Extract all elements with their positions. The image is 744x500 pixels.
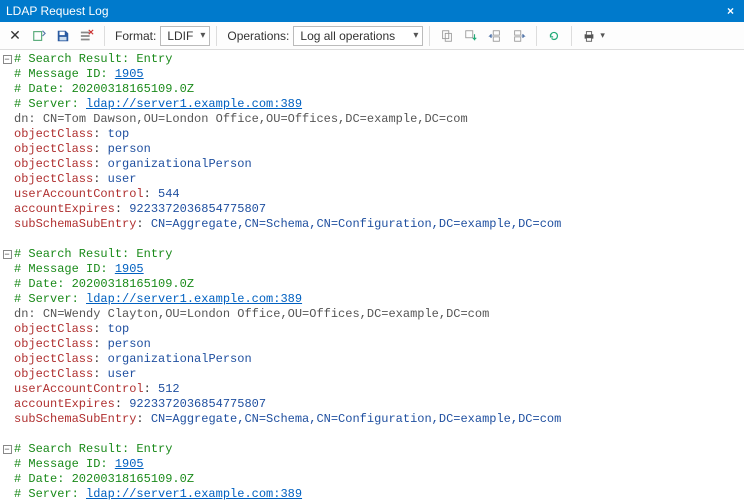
attr-value: 512 bbox=[158, 382, 180, 396]
refresh-button[interactable] bbox=[543, 25, 565, 47]
attr-key: userAccountControl bbox=[14, 187, 144, 201]
separator bbox=[429, 26, 430, 46]
msgid-label: # Message ID: bbox=[14, 262, 115, 276]
close-icon[interactable]: × bbox=[723, 0, 738, 22]
entry-header: # Search Result: Entry bbox=[14, 247, 172, 261]
server-label: # Server: bbox=[14, 292, 86, 306]
server-label: # Server: bbox=[14, 97, 86, 111]
boxes-left-icon bbox=[488, 29, 502, 43]
entry-header: # Search Result: Entry bbox=[14, 52, 172, 66]
separator bbox=[536, 26, 537, 46]
attr-value: person bbox=[108, 142, 151, 156]
server-label: # Server: bbox=[14, 487, 86, 500]
attr-value: user bbox=[108, 172, 137, 186]
boxes-right-icon bbox=[512, 29, 526, 43]
msgid-label: # Message ID: bbox=[14, 67, 115, 81]
attr-value: top bbox=[108, 127, 130, 141]
attr-value: person bbox=[108, 337, 151, 351]
attr-key: userAccountControl bbox=[14, 382, 144, 396]
refresh-icon bbox=[547, 29, 561, 43]
rows-x-icon bbox=[80, 29, 94, 43]
attr-key: objectClass bbox=[14, 322, 93, 336]
log-entry: −# Search Result: Entry# Message ID: 190… bbox=[0, 247, 744, 427]
dn-label: dn: bbox=[14, 307, 43, 321]
copy-button[interactable] bbox=[436, 25, 458, 47]
separator bbox=[216, 26, 217, 46]
attr-value: 9223372036854775807 bbox=[129, 397, 266, 411]
msgid-link[interactable]: 1905 bbox=[115, 262, 144, 276]
separator bbox=[571, 26, 572, 46]
title-bar: LDAP Request Log × bbox=[0, 0, 744, 22]
print-button[interactable] bbox=[578, 25, 600, 47]
clear-button[interactable]: ✕ bbox=[4, 25, 26, 47]
attr-value: 544 bbox=[158, 187, 180, 201]
fold-toggle[interactable]: − bbox=[3, 55, 12, 64]
toolbar: ✕ Format: LDIF Operations: Log all opera… bbox=[0, 22, 744, 50]
copy-icon bbox=[440, 29, 454, 43]
attr-key: objectClass bbox=[14, 337, 93, 351]
msgid-link[interactable]: 1905 bbox=[115, 67, 144, 81]
format-label: Format: bbox=[115, 29, 156, 43]
operations-combo[interactable]: Log all operations bbox=[293, 26, 423, 46]
attr-value: top bbox=[108, 322, 130, 336]
attr-value: organizationalPerson bbox=[108, 352, 252, 366]
separator bbox=[104, 26, 105, 46]
dn-value: CN=Tom Dawson,OU=London Office,OU=Office… bbox=[43, 112, 468, 126]
format-value: LDIF bbox=[167, 29, 193, 43]
format-combo[interactable]: LDIF bbox=[160, 26, 210, 46]
log-entry: −# Search Result: Entry# Message ID: 190… bbox=[0, 442, 744, 500]
attr-value: CN=Aggregate,CN=Schema,CN=Configuration,… bbox=[151, 412, 561, 426]
save-icon bbox=[56, 29, 70, 43]
attr-value: organizationalPerson bbox=[108, 157, 252, 171]
date-value: 20200318165109.0Z bbox=[72, 472, 194, 486]
attr-value: CN=Aggregate,CN=Schema,CN=Configuration,… bbox=[151, 217, 561, 231]
step-left-button[interactable] bbox=[484, 25, 506, 47]
entry-header: # Search Result: Entry bbox=[14, 442, 172, 456]
attr-key: accountExpires bbox=[14, 397, 115, 411]
arrow-down-box-icon bbox=[464, 29, 478, 43]
server-link[interactable]: ldap://server1.example.com:389 bbox=[86, 487, 302, 500]
attr-key: objectClass bbox=[14, 352, 93, 366]
attr-key: objectClass bbox=[14, 172, 93, 186]
server-link[interactable]: ldap://server1.example.com:389 bbox=[86, 292, 302, 306]
attr-key: objectClass bbox=[14, 367, 93, 381]
delete-row-button[interactable] bbox=[76, 25, 98, 47]
step-down-button[interactable] bbox=[460, 25, 482, 47]
operations-value: Log all operations bbox=[300, 29, 395, 43]
dn-value: CN=Wendy Clayton,OU=London Office,OU=Off… bbox=[43, 307, 489, 321]
window-title: LDAP Request Log bbox=[6, 0, 109, 22]
attr-key: objectClass bbox=[14, 142, 93, 156]
date-value: 20200318165109.0Z bbox=[72, 277, 194, 291]
attr-key: subSchemaSubEntry bbox=[14, 217, 136, 231]
export-icon bbox=[32, 29, 46, 43]
attr-key: accountExpires bbox=[14, 202, 115, 216]
export-button[interactable] bbox=[28, 25, 50, 47]
attr-key: objectClass bbox=[14, 127, 93, 141]
save-button[interactable] bbox=[52, 25, 74, 47]
server-link[interactable]: ldap://server1.example.com:389 bbox=[86, 97, 302, 111]
attr-key: objectClass bbox=[14, 157, 93, 171]
msgid-link[interactable]: 1905 bbox=[115, 457, 144, 471]
attr-key: subSchemaSubEntry bbox=[14, 412, 136, 426]
fold-toggle[interactable]: − bbox=[3, 250, 12, 259]
date-label: # Date: bbox=[14, 82, 72, 96]
msgid-label: # Message ID: bbox=[14, 457, 115, 471]
attr-value: 9223372036854775807 bbox=[129, 202, 266, 216]
date-label: # Date: bbox=[14, 277, 72, 291]
log-entry: −# Search Result: Entry# Message ID: 190… bbox=[0, 52, 744, 232]
date-value: 20200318165109.0Z bbox=[72, 82, 194, 96]
printer-icon bbox=[582, 29, 596, 43]
chevron-down-icon[interactable]: ▾ bbox=[600, 30, 605, 41]
operations-label: Operations: bbox=[227, 29, 289, 43]
date-label: # Date: bbox=[14, 472, 72, 486]
dn-label: dn: bbox=[14, 112, 43, 126]
x-icon: ✕ bbox=[9, 27, 21, 44]
step-right-button[interactable] bbox=[508, 25, 530, 47]
log-area[interactable]: −# Search Result: Entry# Message ID: 190… bbox=[0, 50, 744, 500]
attr-value: user bbox=[108, 367, 137, 381]
fold-toggle[interactable]: − bbox=[3, 445, 12, 454]
